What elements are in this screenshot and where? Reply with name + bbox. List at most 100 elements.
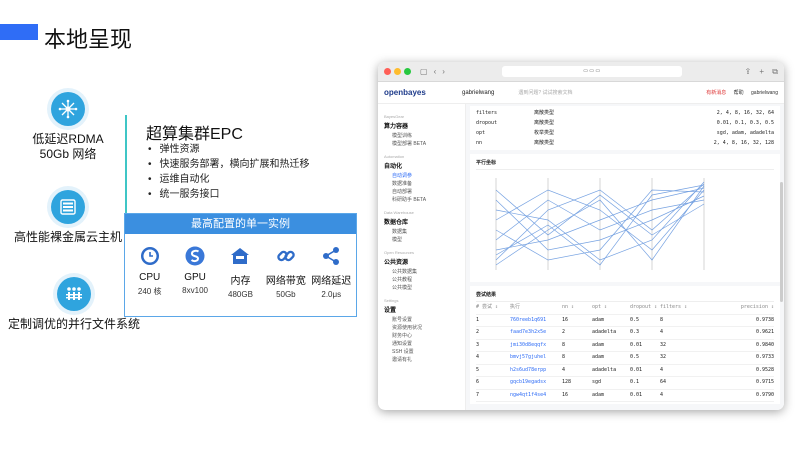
sidebar-item[interactable]: 公共数据集 <box>392 268 459 276</box>
table-cell: adam <box>592 391 605 398</box>
epc-bullets: 弹性资源 快速服务部署，横向扩展和热迁移 运维自动化 统一服务接口 <box>148 142 310 202</box>
sidebar-section[interactable]: 公共资源 <box>384 257 459 266</box>
sidebar-item[interactable]: 自动部署 <box>392 188 459 196</box>
hyperparam-name: opt <box>476 130 486 136</box>
account-link[interactable]: gabrielwang <box>751 90 778 96</box>
server-rack-icon <box>51 190 85 224</box>
spec-value: 8xv100 <box>182 286 208 295</box>
table-cell: 7 <box>476 391 480 398</box>
app-sidebar: BayesGear 算力容器 模型训练 模型部署 BETA Automation 自动化自… <box>378 104 466 410</box>
table-cell: 0.01 <box>630 391 643 398</box>
run-link[interactable]: gqcb19egadsx <box>510 377 562 389</box>
sidebar-section[interactable]: 自动化 <box>384 161 459 170</box>
table-cell: 64 <box>660 379 667 385</box>
address-bar[interactable]: ▭ ▭ ▭ <box>501 66 682 77</box>
sidebar-section[interactable]: 算力容器 <box>384 121 459 130</box>
hyperparam-values: 0.01, 0.1, 0.3, 0.5 <box>716 120 774 126</box>
column-header[interactable]: # 尝试 ⇕ <box>476 302 510 314</box>
share-icon <box>309 244 353 268</box>
brand-logo[interactable]: openbayes <box>384 88 462 97</box>
tabs-icon[interactable]: ⧉ <box>772 67 778 76</box>
table-cell: 4 <box>660 329 664 335</box>
table-cell: 0.9621 <box>755 329 774 335</box>
table-cell: 1 <box>476 316 480 323</box>
sidebar-item[interactable]: 自动调参 <box>392 172 459 180</box>
run-link[interactable]: 760reeb1q691 <box>510 315 562 327</box>
spec-cpu: CPU 240 核 <box>128 244 172 299</box>
new-tab-icon[interactable]: + <box>759 67 764 76</box>
sidebar-item[interactable]: 数据准备 <box>392 180 459 188</box>
table-cell: 2 <box>476 329 480 335</box>
feature-line1: 高性能裸金属云主机 <box>13 230 122 244</box>
sidebar-item[interactable]: SSH 设置 <box>392 348 459 356</box>
hyperparam-name: dropout <box>476 120 498 126</box>
close-dot[interactable] <box>384 68 391 75</box>
spec-name: 网络带宽 <box>265 276 306 287</box>
sidebar-item[interactable]: 模型 <box>392 236 459 244</box>
notifications-link[interactable]: 有新消息 <box>706 90 726 96</box>
sidebar-item[interactable]: 通知设置 <box>392 340 459 348</box>
column-header[interactable]: filters ⇕ <box>660 302 706 314</box>
slide: 本地呈现 低延迟RDMA 50Gb 网络 高性能裸金属云主机 定制调优的并行文件… <box>0 0 800 450</box>
sidebar-item[interactable]: 公共模型 <box>392 284 459 292</box>
maximize-dot[interactable] <box>404 68 411 75</box>
results-card: 尝试结果 # 尝试 ⇕ 执行 nn ⇕ opt ⇕ dropout ⇕ filters ⇕… <box>470 286 780 404</box>
run-link[interactable]: ngw4qt1f4se4 <box>510 390 562 402</box>
column-header[interactable]: nn ⇕ <box>562 302 592 314</box>
sidebar-item[interactable]: 邀请有礼 <box>392 356 459 364</box>
column-header[interactable]: dropout ⇕ <box>630 302 660 314</box>
scrollbar[interactable] <box>780 182 783 302</box>
run-link[interactable]: h2s6ud78erpp <box>510 365 562 377</box>
sidebar-toggle-icon[interactable]: ▢ <box>420 67 428 76</box>
spec-name: 内存 <box>230 276 251 287</box>
spec-bandwidth: 网络带宽 50Gb <box>264 244 308 299</box>
sidebar-caption: BayesGear <box>384 114 405 119</box>
sidebar-caption: Settings <box>384 298 399 303</box>
table-cell: 16 <box>562 316 569 323</box>
sidebar-section[interactable]: 数据仓库 <box>384 217 459 226</box>
column-header[interactable]: 执行 <box>510 302 562 314</box>
column-header[interactable]: precision ⇕ <box>706 302 774 314</box>
hyperparam-type: 离散类型 <box>534 120 555 126</box>
parallel-coordinates-plot[interactable] <box>476 170 756 278</box>
sidebar-section[interactable]: 设置 <box>384 305 459 314</box>
hyperparam-row: opt 枚举类型 sgd, adam, adadelta <box>476 128 774 138</box>
run-link[interactable]: jmi30d8eqqfx <box>510 340 562 352</box>
sidebar-item[interactable]: 模型训练 <box>392 132 459 140</box>
search-input[interactable]: 遇到问题? 试试搜索文档 <box>518 89 572 96</box>
user-name[interactable]: gabrielwang <box>462 90 494 96</box>
share-icon[interactable]: ⇪ <box>744 67 751 76</box>
table-cell: 4 <box>476 354 480 360</box>
hyperparam-name: filters <box>476 110 498 116</box>
spec-value: 50Gb <box>276 290 296 299</box>
run-link[interactable]: bmvj57gjuhel <box>510 352 562 364</box>
table-cell: 8 <box>660 316 664 323</box>
sidebar-item[interactable]: 账号设置 <box>392 316 459 324</box>
sidebar-group: Automation 自动化 自动调参 数据准备 自动部署 科研助手 BETA <box>384 154 459 204</box>
column-header[interactable]: opt ⇕ <box>592 302 630 314</box>
table-cell: adadelta <box>592 366 617 373</box>
feature-baremetal: 高性能裸金属云主机 <box>8 190 128 245</box>
table-cell: 3 <box>476 341 480 348</box>
sidebar-item[interactable]: 财务中心 <box>392 332 459 340</box>
epc-title: 超算集群EPC <box>146 126 243 143</box>
browser-chrome: ▢ ‹ › ▭ ▭ ▭ ⇪ + ⧉ <box>378 62 784 82</box>
sidebar-item[interactable]: 模型部署 BETA <box>392 140 459 148</box>
table-cell: 0.9738 <box>755 316 774 323</box>
back-icon[interactable]: ‹ <box>434 67 437 76</box>
table-row: 7 ngw4qt1f4se4 16 adam 0.01 4 0.9790 <box>476 390 774 402</box>
sidebar-item[interactable]: 公共教程 <box>392 276 459 284</box>
help-link[interactable]: 帮助 <box>734 90 744 96</box>
sidebar-item[interactable]: 资源使用状况 <box>392 324 459 332</box>
minimize-dot[interactable] <box>394 68 401 75</box>
hyperparam-values: 2, 4, 8, 16, 32, 64 <box>716 110 774 116</box>
sidebar-item[interactable]: 科研助手 BETA <box>392 196 459 204</box>
sidebar-item[interactable]: 数据集 <box>392 228 459 236</box>
network-hub-icon <box>51 92 85 126</box>
hyperparam-card: filters 离散类型 2, 4, 8, 16, 32, 64 dropout 离散类… <box>470 106 780 150</box>
run-link[interactable]: faad7e3h2x5e <box>510 327 562 339</box>
table-cell: 0.9715 <box>755 379 774 385</box>
forward-icon[interactable]: › <box>442 67 445 76</box>
feature-rdma: 低延迟RDMA 50Gb 网络 <box>8 92 128 162</box>
spec-value: 480GB <box>228 290 253 299</box>
